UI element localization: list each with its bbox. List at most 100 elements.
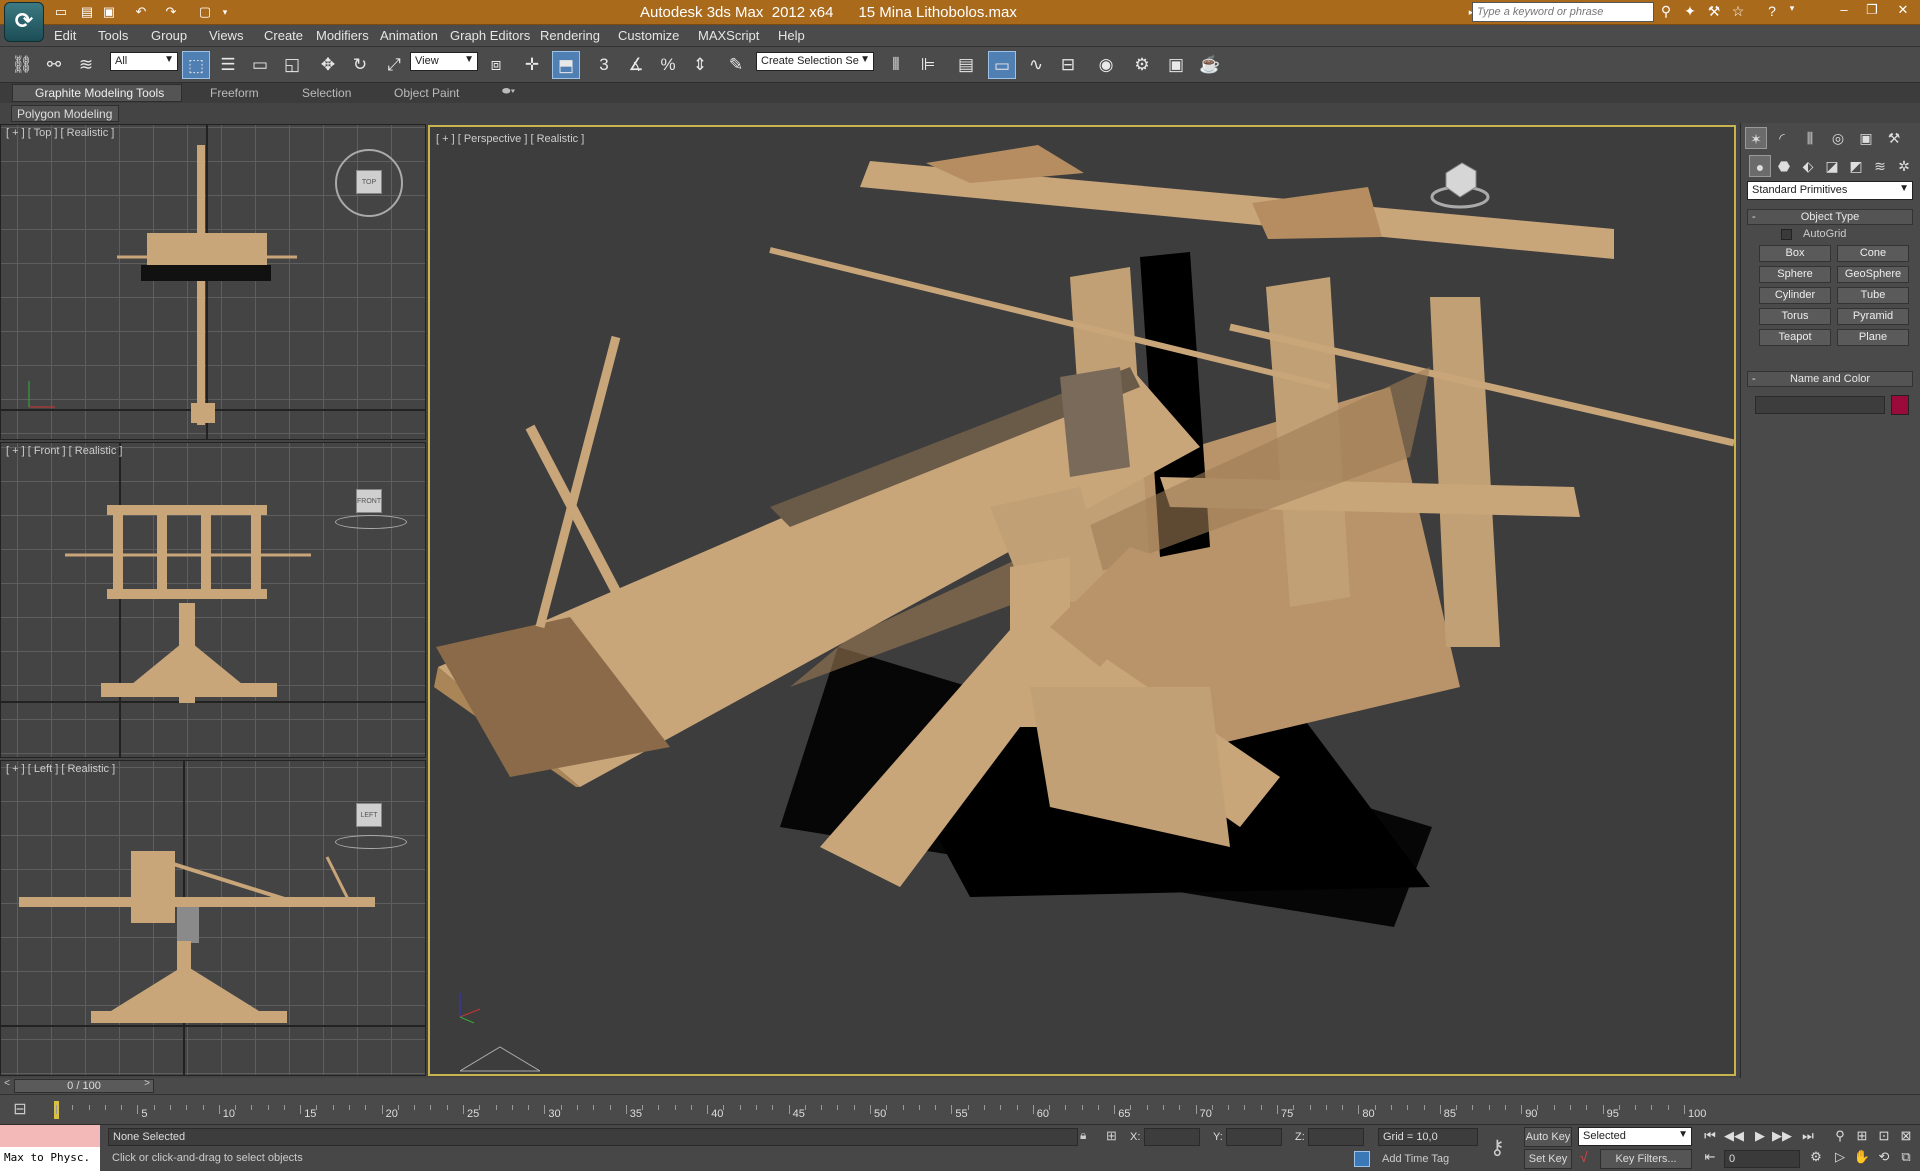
rectangular-selection-icon[interactable]: ▭ [246,51,274,79]
window-crossing-icon[interactable]: ◱ [278,51,306,79]
cylinder-button[interactable]: Cylinder [1759,287,1831,304]
undo-icon[interactable]: ↶ [132,3,150,21]
menu-customize[interactable]: Customize [618,28,679,43]
rendered-frame-window-icon[interactable]: ▣ [1162,51,1190,79]
tab-object-paint[interactable]: Object Paint [394,86,459,100]
key-mode-dropdown[interactable]: Selected ▼ [1578,1127,1692,1146]
tab-graphite-modeling-tools[interactable]: Graphite Modeling Tools [35,86,164,100]
cone-button[interactable]: Cone [1837,245,1909,262]
field-of-view-icon[interactable]: ▷ [1830,1149,1850,1165]
go-to-start-icon[interactable]: ⏮ [1700,1128,1720,1144]
key-filters-button[interactable]: Key Filters... [1600,1149,1692,1169]
play-icon[interactable]: ▶ [1750,1128,1770,1144]
pyramid-button[interactable]: Pyramid [1837,308,1909,325]
frame-counter[interactable]: 0 / 100 [14,1079,154,1093]
current-frame-input[interactable]: 0 [1724,1150,1800,1168]
named-selection-sets-dropdown[interactable]: Create Selection Se ▼ [756,52,874,71]
mirror-icon[interactable]: ⫴ [882,51,910,79]
help-icon[interactable]: ? [1762,3,1782,19]
unlink-selection-icon[interactable]: ⚯ [40,51,68,79]
subscription-center-icon[interactable]: ✦ [1680,3,1700,20]
box-button[interactable]: Box [1759,245,1831,262]
material-editor-icon[interactable]: ◉ [1092,51,1120,79]
reference-coordinate-dropdown[interactable]: View ▼ [410,52,478,71]
helpers-icon[interactable]: ◩ [1845,155,1867,177]
autogrid-checkbox[interactable] [1781,229,1792,240]
viewport-left[interactable]: [ + ] [ Left ] [ Realistic ] LEFT [0,760,426,1076]
geometry-icon[interactable]: ● [1749,155,1771,177]
bind-to-space-warp-icon[interactable]: ≋ [72,51,100,79]
auto-key-button[interactable]: Auto Key [1524,1127,1572,1147]
menu-animation[interactable]: Animation [380,28,438,43]
sphere-button[interactable]: Sphere [1759,266,1831,283]
viewport-top[interactable]: [ + ] [ Top ] [ Realistic ] TOP [0,124,426,440]
shapes-icon[interactable]: ⬣ [1773,155,1795,177]
y-coordinate-input[interactable] [1226,1128,1282,1146]
lights-icon[interactable]: ⬖ [1797,155,1819,177]
open-file-icon[interactable]: ▤ [78,3,96,21]
spinner-snap-icon[interactable]: ⇕ [686,51,714,79]
menu-group[interactable]: Group [151,28,187,43]
snaps-toggle-icon[interactable]: 3 [590,51,618,79]
zoom-extents-icon[interactable]: ⊡ [1874,1128,1894,1144]
menu-edit[interactable]: Edit [54,28,76,43]
hierarchy-tab-icon[interactable]: ⫼ [1799,127,1821,149]
default-in-out-tangent-icon[interactable]: √ [1580,1149,1588,1165]
binoculars-icon[interactable]: ⚲ [1656,3,1676,20]
menu-graph-editors[interactable]: Graph Editors [450,28,530,43]
zoom-icon[interactable]: ⚲ [1830,1128,1850,1144]
category-dropdown[interactable]: Standard Primitives ▼ [1747,181,1913,200]
time-slider[interactable]: < 0 / 100 > [0,1078,1920,1094]
help-dropdown-icon[interactable]: ▾ [1782,3,1802,14]
search-input[interactable]: Type a keyword or phrase [1472,2,1654,22]
quick-access-dropdown-icon[interactable]: ▾ [216,3,234,21]
keyboard-shortcut-override-icon[interactable]: ⬒ [552,51,580,79]
favorites-star-icon[interactable]: ☆ [1728,3,1748,20]
menu-tools[interactable]: Tools [98,28,128,43]
graphite-modeling-toggle-icon[interactable]: ▭ [988,51,1016,79]
systems-icon[interactable]: ✲ [1893,155,1915,177]
key-mode-toggle-icon[interactable]: ⇤ [1700,1149,1720,1165]
name-and-color-rollout[interactable]: - Name and Color [1747,371,1913,387]
select-by-name-icon[interactable]: ☰ [214,51,242,79]
minimize-icon[interactable]: – [1830,0,1858,22]
add-time-tag[interactable]: Add Time Tag [1382,1153,1449,1165]
menu-help[interactable]: Help [778,28,805,43]
object-name-input[interactable] [1755,396,1885,414]
object-type-rollout[interactable]: - Object Type [1747,209,1913,225]
communication-center-icon[interactable]: ⚒ [1704,3,1724,20]
time-configuration-icon[interactable]: ⚙ [1806,1149,1826,1165]
pan-view-icon[interactable]: ✋ [1852,1149,1872,1165]
absolute-mode-icon[interactable]: ⊞ [1106,1128,1117,1144]
geosphere-button[interactable]: GeoSphere [1837,266,1909,283]
maxscript-listener-pink[interactable] [0,1125,100,1147]
select-and-scale-icon[interactable]: ⤢ [380,51,408,79]
select-and-move-icon[interactable]: ✥ [314,51,342,79]
tab-freeform[interactable]: Freeform [210,86,259,100]
time-prev-icon[interactable]: < [0,1078,14,1094]
use-pivot-center-icon[interactable]: ⧈ [482,51,510,79]
layer-manager-icon[interactable]: ▤ [952,51,980,79]
viewport-perspective[interactable]: [ + ] [ Perspective ] [ Realistic ] [428,125,1736,1076]
teapot-button[interactable]: Teapot [1759,329,1831,346]
torus-button[interactable]: Torus [1759,308,1831,325]
time-next-icon[interactable]: > [140,1078,154,1094]
ribbon-options-icon[interactable]: ⬬▾ [502,86,515,97]
object-color-swatch[interactable] [1891,395,1909,415]
angle-snap-icon[interactable]: ∡ [622,51,650,79]
tab-polygon-modeling[interactable]: Polygon Modeling [11,105,119,122]
go-to-end-icon[interactable]: ⏭ [1798,1128,1818,1144]
cameras-icon[interactable]: ◪ [1821,155,1843,177]
maxscript-listener-input[interactable]: Max to Physc. [0,1147,100,1171]
select-object-icon[interactable]: ⬚ [182,51,210,79]
x-coordinate-input[interactable] [1144,1128,1200,1146]
plane-button[interactable]: Plane [1837,329,1909,346]
menu-create[interactable]: Create [264,28,303,43]
viewcube-perspective[interactable] [1430,155,1490,215]
set-key-mode-icon[interactable]: ⚷ [1490,1135,1505,1160]
menu-maxscript[interactable]: MAXScript [698,28,759,43]
zoom-extents-all-icon[interactable]: ⊠ [1896,1128,1916,1144]
select-and-rotate-icon[interactable]: ↻ [346,51,374,79]
mini-curve-editor-icon[interactable]: ⊟ [6,1099,34,1121]
selection-filter-dropdown[interactable]: All ▼ [110,52,178,71]
